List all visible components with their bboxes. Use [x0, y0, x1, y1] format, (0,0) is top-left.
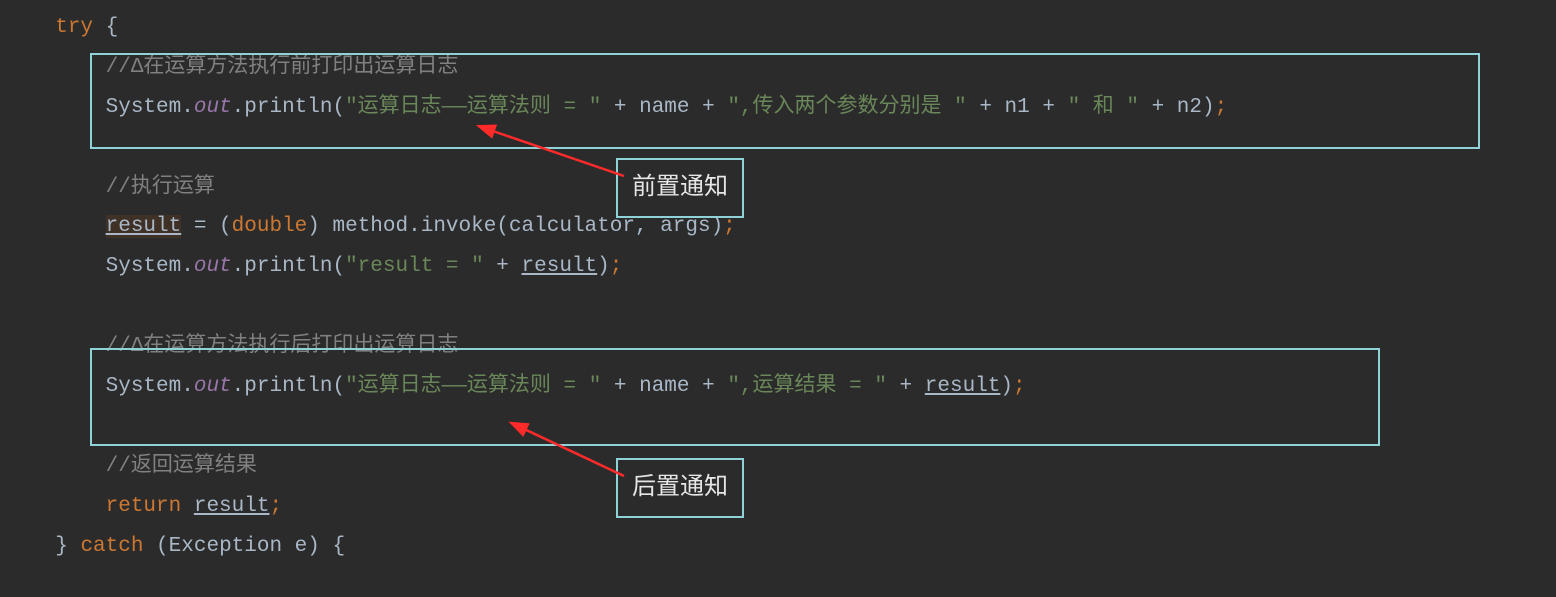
- code-line: //Δ在运算方法执行前打印出运算日志: [0, 48, 1556, 88]
- var-result: result: [522, 255, 598, 278]
- code-line: System.out.println("运算日志——运算法则 = " + nam…: [0, 88, 1556, 128]
- ident-system: System.: [106, 255, 194, 278]
- op-plus: + name +: [601, 375, 727, 398]
- keyword-try: try: [55, 16, 93, 39]
- comment: //返回运算结果: [106, 455, 257, 478]
- op-plus: + n2): [1139, 96, 1215, 119]
- code-line: //返回运算结果: [0, 447, 1556, 487]
- string-literal: ",传入两个参数分别是 ": [727, 96, 966, 119]
- field-out: out: [194, 255, 232, 278]
- semicolon: ;: [723, 215, 736, 238]
- annotation-label-after: 后置通知: [616, 458, 744, 518]
- semicolon: ;: [610, 255, 623, 278]
- op-eq: = (: [181, 215, 231, 238]
- var-result: result: [925, 375, 1001, 398]
- comment: //执行运算: [106, 176, 215, 199]
- call-invoke: ) method.invoke(calculator: [307, 215, 635, 238]
- semicolon: ;: [1013, 375, 1026, 398]
- brace: }: [55, 535, 80, 558]
- call-println: .println(: [232, 96, 345, 119]
- field-out: out: [194, 375, 232, 398]
- code-line: System.out.println("运算日志——运算法则 = " + nam…: [0, 367, 1556, 407]
- code-line: //Δ在运算方法执行后打印出运算日志: [0, 327, 1556, 367]
- blank-line: [0, 128, 1556, 168]
- code-line: System.out.println("result = " + result)…: [0, 247, 1556, 287]
- paren-close: ): [597, 255, 610, 278]
- var-result: result: [106, 215, 182, 238]
- ident-system: System.: [106, 375, 194, 398]
- code-line: //执行运算: [0, 168, 1556, 208]
- var-result: result: [194, 495, 270, 518]
- keyword-double: double: [232, 215, 308, 238]
- op-plus: +: [484, 255, 522, 278]
- keyword-catch: catch: [80, 535, 143, 558]
- code-line: try {: [0, 8, 1556, 48]
- field-out: out: [194, 96, 232, 119]
- comment: //Δ在运算方法执行后打印出运算日志: [106, 335, 459, 358]
- semicolon: ;: [1215, 96, 1228, 119]
- op-plus: +: [887, 375, 925, 398]
- blank-line: [0, 407, 1556, 447]
- ident-system: System.: [106, 96, 194, 119]
- call-println: .println(: [232, 375, 345, 398]
- keyword-return: return: [106, 495, 194, 518]
- string-literal: "result = ": [345, 255, 484, 278]
- args: , args): [635, 215, 723, 238]
- code-line: result = (double) method.invoke(calculat…: [0, 207, 1556, 247]
- string-literal: " 和 ": [1068, 96, 1139, 119]
- code-editor[interactable]: try { //Δ在运算方法执行前打印出运算日志 System.out.prin…: [0, 0, 1556, 566]
- catch-paren: (Exception e) {: [143, 535, 345, 558]
- string-literal: "运算日志——运算法则 = ": [345, 375, 601, 398]
- semicolon: ;: [269, 495, 282, 518]
- call-println: .println(: [232, 255, 345, 278]
- string-literal: "运算日志——运算法则 = ": [345, 96, 601, 119]
- code-line: return result;: [0, 487, 1556, 527]
- brace: {: [93, 16, 118, 39]
- string-literal: ",运算结果 = ": [727, 375, 887, 398]
- blank-line: [0, 287, 1556, 327]
- annotation-label-before: 前置通知: [616, 158, 744, 218]
- op-plus: + name +: [601, 96, 727, 119]
- comment: //Δ在运算方法执行前打印出运算日志: [106, 56, 459, 79]
- op-plus: + n1 +: [967, 96, 1068, 119]
- code-line: } catch (Exception e) {: [0, 527, 1556, 567]
- paren-close: ): [1000, 375, 1013, 398]
